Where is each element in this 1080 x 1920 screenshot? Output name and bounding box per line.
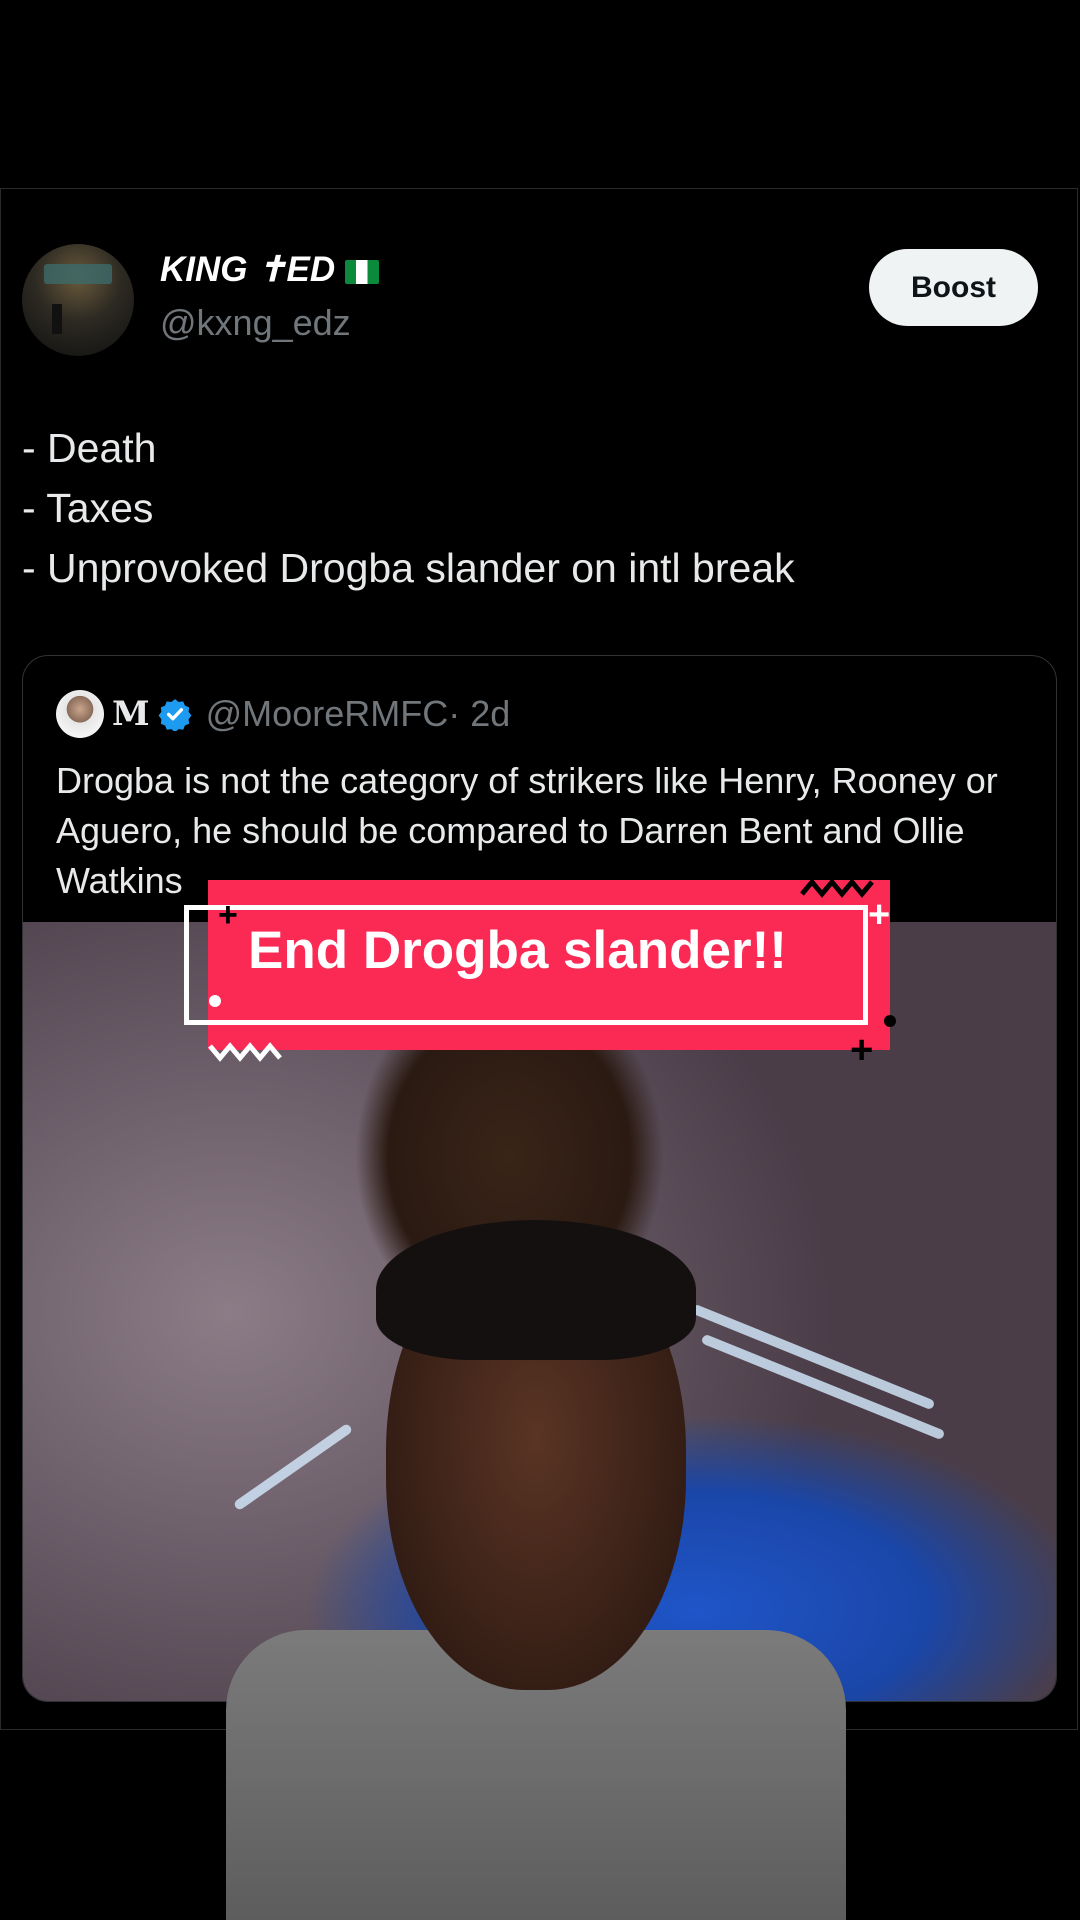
tweet-line: - Taxes [22,485,154,531]
quoted-tweet-time: · 2d [448,693,511,734]
author-avatar[interactable] [22,244,134,356]
boost-button[interactable]: Boost [869,249,1038,326]
nigeria-flag-icon [345,259,380,284]
quoted-author-handle[interactable]: @MooreRMFC [206,693,449,735]
author-name-text: KING ✝ED [160,250,336,289]
zigzag-icon [208,1042,282,1062]
zigzag-icon [800,878,874,898]
author-handle[interactable]: @kxng_edz [160,302,351,344]
dot-icon [209,995,221,1007]
avatar-sign [44,264,112,284]
author-display-name[interactable]: KING ✝ED [160,250,380,290]
avatar-figure [52,304,62,334]
plus-icon: + [218,896,238,934]
verified-badge-icon [158,699,192,731]
dot-icon [884,1015,896,1027]
quoted-tweet-header: M @MooreRMFC · 2d [56,689,510,739]
creator-hair [376,1220,696,1360]
tweet-line: - Death [22,425,157,471]
tweet-line: - Unprovoked Drogba slander on intl brea… [22,545,795,591]
quoted-author-name[interactable]: M [112,694,150,734]
tweet-text: - Death - Taxes - Unprovoked Drogba slan… [22,418,795,598]
plus-icon: + [850,1028,874,1072]
caption-banner-text: End Drogba slander!! [248,921,787,980]
quoted-author-avatar[interactable] [56,690,104,738]
plus-icon: + [868,894,891,936]
creator-video-overlay [226,1220,846,1920]
